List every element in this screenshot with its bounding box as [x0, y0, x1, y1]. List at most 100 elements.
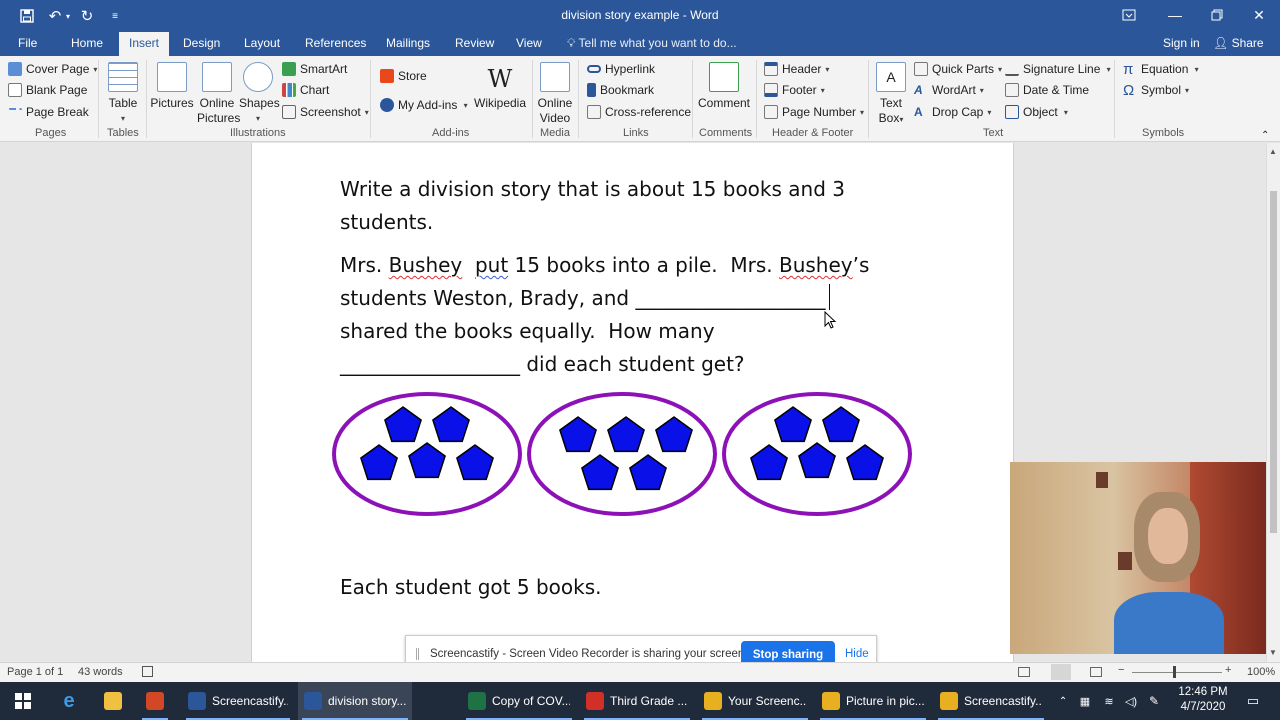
wikipedia-button[interactable]: W Wikipedia [474, 62, 526, 111]
tab-review[interactable]: Review [455, 36, 494, 50]
grouping-drawing[interactable] [332, 388, 932, 523]
start-button[interactable] [6, 682, 40, 720]
date-time-button[interactable]: Date & Time [1005, 81, 1089, 99]
scroll-thumb[interactable] [1270, 191, 1277, 533]
sign-in-link[interactable]: Sign in [1163, 36, 1200, 50]
restore-button[interactable] [1196, 0, 1238, 30]
chart-button[interactable]: Chart [282, 81, 329, 99]
tab-file[interactable]: File [18, 36, 37, 50]
drop-cap-button[interactable]: A Drop Cap ▾ [914, 103, 991, 121]
cover-page-button[interactable]: Cover Page ▾ [8, 60, 97, 78]
zoom-level[interactable]: 100% [1247, 666, 1275, 678]
page-break-button[interactable]: Page Break [8, 103, 89, 121]
scroll-up-icon[interactable]: ▲ [1269, 147, 1277, 156]
online-video-button[interactable]: Online Video [536, 62, 574, 126]
share-button[interactable]: 👤︎ Share [1213, 36, 1264, 50]
taskbar-item[interactable]: Picture in pic... [816, 682, 930, 720]
comment-button[interactable]: Comment [697, 62, 751, 111]
taskbar-item[interactable]: Copy of COV... [462, 682, 576, 720]
tab-insert[interactable]: Insert [119, 32, 170, 56]
tab-mailings[interactable]: Mailings [386, 36, 430, 50]
blank-page-button[interactable]: Blank Page [8, 81, 87, 99]
taskbar-item-label: Screencastify... [964, 694, 1042, 708]
object-button[interactable]: Object ▾ [1005, 103, 1068, 121]
table-button[interactable]: Table ▾ [107, 62, 139, 126]
app-icon [704, 692, 722, 710]
read-mode-icon[interactable] [1018, 667, 1030, 677]
drag-handle-icon[interactable] [416, 648, 419, 660]
smartart-button[interactable]: SmartArt [282, 60, 347, 78]
tab-references[interactable]: References [305, 36, 366, 50]
hide-button[interactable]: Hide [845, 648, 869, 660]
windows-taskbar: e Screencastify... division story... Copy … [0, 682, 1280, 720]
page-count[interactable]: Page 1 of 1 [7, 666, 63, 678]
zoom-slider-thumb[interactable] [1173, 666, 1176, 678]
taskbar-item[interactable]: Screencastify... [934, 682, 1048, 720]
header-footer-group-label: Header & Footer [772, 127, 854, 139]
hyperlink-button[interactable]: Hyperlink [587, 60, 655, 78]
footer-button[interactable]: Footer ▾ [764, 81, 825, 99]
my-addins-button[interactable]: My Add-ins ▾ [380, 96, 468, 114]
tab-view[interactable]: View [516, 36, 542, 50]
pen-icon[interactable]: ✎ [1143, 682, 1165, 720]
equation-button[interactable]: π Equation ▾ [1123, 60, 1199, 78]
zoom-out-icon[interactable]: − [1118, 664, 1124, 676]
footer-icon [764, 83, 778, 97]
file-explorer-icon[interactable] [96, 682, 130, 720]
wordart-button[interactable]: A WordArt ▾ [914, 81, 984, 99]
illustrations-group-label: Illustrations [230, 127, 286, 139]
volume-icon[interactable]: ◁) [1120, 682, 1142, 720]
footer-label: Footer [782, 83, 817, 97]
clock-date: 4/7/2020 [1180, 701, 1226, 713]
zoom-in-icon[interactable]: + [1225, 664, 1231, 676]
online-pictures-button[interactable]: Online Pictures [197, 62, 240, 126]
group-oval[interactable] [527, 392, 717, 516]
minimize-button[interactable]: — [1154, 0, 1196, 30]
close-button[interactable]: ✕ [1238, 0, 1280, 30]
bookmark-button[interactable]: Bookmark [587, 81, 654, 99]
divider [578, 60, 579, 138]
proofing-icon[interactable] [142, 666, 153, 677]
print-layout-icon[interactable] [1051, 664, 1071, 680]
person-icon: 👤︎ [1213, 36, 1229, 50]
show-hidden-icons[interactable]: ⌃ [1054, 682, 1072, 720]
edge-browser-icon[interactable]: e [52, 682, 86, 720]
signature-line-button[interactable]: Signature Line ▾ [1005, 60, 1111, 78]
header-button[interactable]: Header ▾ [764, 60, 829, 78]
taskbar-item[interactable]: Third Grade ... [580, 682, 694, 720]
taskbar-item[interactable]: division story... [298, 682, 412, 720]
document-page[interactable]: Write a division story that is about 15 … [251, 143, 1014, 662]
taskbar-item[interactable]: Screencastify... [182, 682, 294, 720]
web-layout-icon[interactable] [1090, 667, 1102, 677]
screenshot-button[interactable]: Screenshot ▾ [282, 103, 369, 121]
network-icon[interactable]: ▦ [1074, 682, 1096, 720]
misspelled-word[interactable]: Bushey [389, 253, 463, 277]
vertical-scrollbar[interactable]: ▲ ▼ [1266, 143, 1280, 662]
ribbon-display-options-icon[interactable] [1108, 0, 1150, 30]
collapse-ribbon-icon[interactable]: ⌃ [1261, 126, 1269, 144]
scroll-down-icon[interactable]: ▼ [1269, 648, 1277, 657]
misspelled-word[interactable]: Bushey [779, 253, 853, 277]
shapes-button[interactable]: Shapes ▾ [239, 62, 280, 126]
page-number-button[interactable]: Page Number ▾ [764, 103, 864, 121]
store-button[interactable]: Store [380, 67, 427, 85]
table-label: Table [108, 96, 138, 110]
tab-layout[interactable]: Layout [244, 36, 280, 50]
tell-me-search[interactable]: 💡︎ Tell me what you want to do... [567, 36, 737, 51]
word-count[interactable]: 43 words [78, 666, 123, 678]
taskbar-item[interactable]: Your Screenc... [698, 682, 812, 720]
tab-home[interactable]: Home [71, 36, 103, 50]
clock[interactable]: 12:46 PM 4/7/2020 [1172, 685, 1234, 715]
tab-design[interactable]: Design [183, 36, 220, 50]
pictures-button[interactable]: Pictures [150, 62, 194, 111]
powerpoint-icon[interactable] [138, 682, 172, 720]
quick-parts-button[interactable]: Quick Parts ▾ [914, 60, 1002, 78]
text-box-button[interactable]: A Text Box▾ [874, 62, 908, 127]
wifi-icon[interactable]: ≋ [1098, 682, 1120, 720]
zoom-slider[interactable] [1132, 672, 1222, 673]
webcam-overlay[interactable] [1010, 462, 1266, 654]
symbol-button[interactable]: Ω Symbol ▾ [1123, 81, 1189, 99]
cross-reference-button[interactable]: Cross-reference [587, 103, 691, 121]
grammar-flag[interactable]: put [475, 253, 508, 277]
notification-icon[interactable]: ▭ [1238, 682, 1268, 720]
